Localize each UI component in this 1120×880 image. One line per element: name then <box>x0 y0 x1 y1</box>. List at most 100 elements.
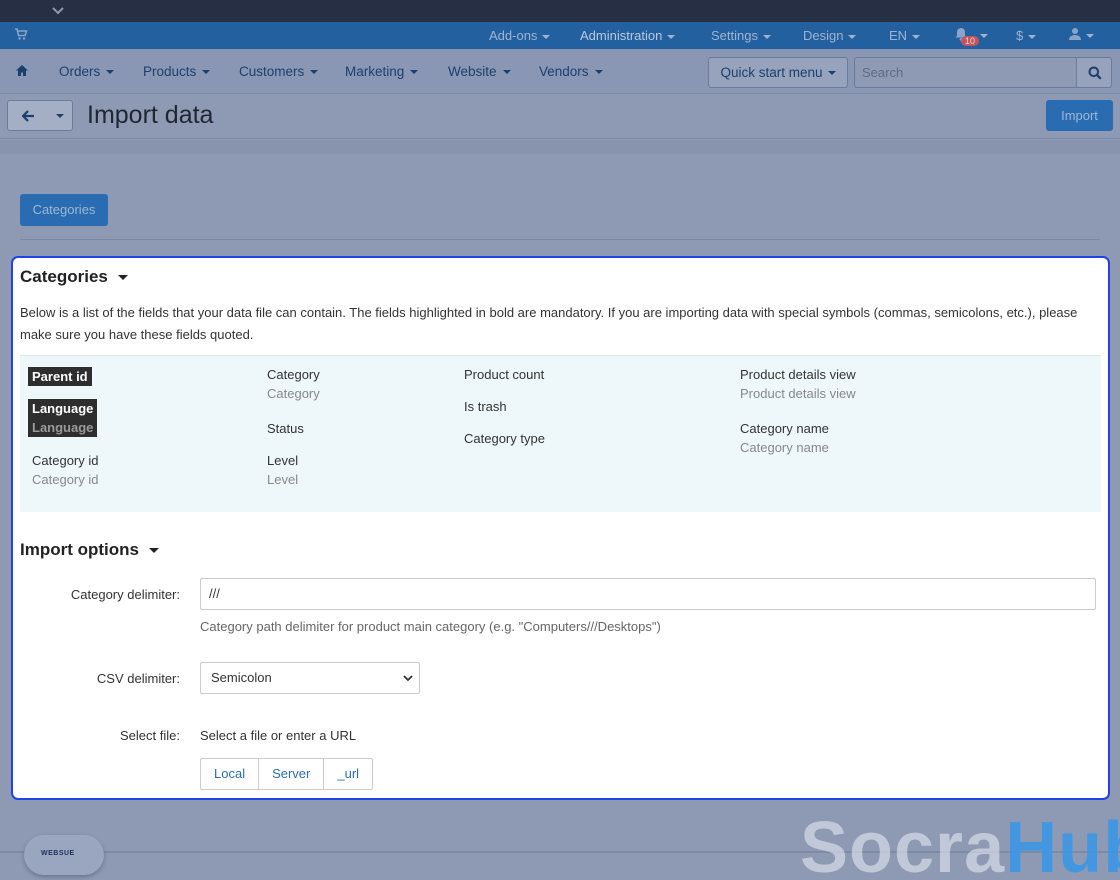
page-title: Import data <box>87 101 214 129</box>
field-example: Language <box>28 418 98 437</box>
admin-menu-label: EN <box>889 28 908 43</box>
field-example: Product details view <box>740 386 856 401</box>
caret-down-icon <box>1086 34 1094 38</box>
search-input[interactable]: Search <box>854 57 1076 88</box>
file-source-buttons: Local Server _url <box>200 758 374 790</box>
csv-delimiter-value: Semicolon <box>211 670 272 685</box>
page-header: Import data Import <box>0 95 1120 139</box>
import-panel: Categories Below is a list of the fields… <box>11 256 1110 800</box>
nav-label: Customers <box>239 64 305 79</box>
back-dropdown-button[interactable] <box>47 100 73 131</box>
file-server-button[interactable]: Server <box>258 758 325 790</box>
watermark: SocraHub <box>800 808 1120 880</box>
nav-customers[interactable]: Customers <box>239 49 319 94</box>
field-parent-id: Parent id <box>28 367 92 386</box>
nav-marketing[interactable]: Marketing <box>345 49 419 94</box>
file-local-button[interactable]: Local <box>200 758 260 790</box>
field-is-trash: Is trash <box>464 399 507 414</box>
field-product-details-view: Product details view Product details view <box>740 367 856 401</box>
field-name: Is trash <box>464 399 507 414</box>
main-nav: Orders Products Customers Marketing Webs… <box>0 49 1120 94</box>
nav-label: Orders <box>59 64 101 79</box>
quick-start-menu-button[interactable]: Quick start menu <box>708 57 848 88</box>
category-delimiter-label: Category delimiter: <box>70 587 180 602</box>
field-category-id: Category id Category id <box>32 453 98 487</box>
nav-label: Vendors <box>539 64 589 79</box>
field-name: Category <box>267 367 320 382</box>
field-example: Category name <box>740 440 829 455</box>
field-level: Level Level <box>267 453 298 487</box>
field-example: Category <box>267 386 320 401</box>
tab-divider <box>20 239 1100 240</box>
caret-down-icon <box>667 34 676 39</box>
caret-down-icon <box>106 70 115 75</box>
field-name: Parent id <box>28 367 92 386</box>
caret-down-icon <box>980 34 988 38</box>
admin-menu-administration[interactable]: Administration <box>580 22 676 49</box>
admin-menu-settings[interactable]: Settings <box>711 22 771 49</box>
admin-menu-label: Design <box>803 28 844 43</box>
caret-down-icon <box>594 70 603 75</box>
brand-logo: WEBSUE <box>41 850 75 857</box>
select-file-text: Select a file or enter a URL <box>200 728 357 743</box>
import-button[interactable]: Import <box>1046 100 1113 131</box>
fields-description: Below is a list of the fields that your … <box>20 305 1078 342</box>
admin-menu-design[interactable]: Design <box>803 22 857 49</box>
home-icon[interactable] <box>15 64 29 77</box>
field-name: Level <box>267 453 299 468</box>
search-button[interactable] <box>1076 57 1112 88</box>
field-category: Category Category <box>267 367 320 401</box>
arrow-left-icon <box>22 110 34 122</box>
import-options-toggle[interactable]: Import options <box>20 540 159 560</box>
tab-categories[interactable]: Categories <box>20 194 108 226</box>
caret-down-icon <box>502 70 511 75</box>
field-product-count: Product count <box>464 367 544 382</box>
header-separator <box>0 140 1120 154</box>
watermark-part-1: Socra <box>800 808 1006 880</box>
field-name: Category id <box>32 453 99 468</box>
admin-menu-addons[interactable]: Add-ons <box>489 22 551 49</box>
user-icon[interactable] <box>1068 27 1082 41</box>
admin-menu-label: Administration <box>580 28 663 43</box>
caret-down-icon <box>310 70 319 75</box>
nav-orders[interactable]: Orders <box>59 49 115 94</box>
caret-down-icon <box>117 275 128 281</box>
nav-website[interactable]: Website <box>448 49 511 94</box>
field-language: Language Language <box>28 399 98 437</box>
field-name: Category type <box>464 431 545 446</box>
field-example: Category id <box>32 472 99 487</box>
back-button[interactable] <box>7 100 48 131</box>
caret-down-icon <box>542 34 551 39</box>
admin-menu-label: Settings <box>711 28 758 43</box>
category-delimiter-input[interactable]: /// <box>200 578 1096 610</box>
cart-icon[interactable] <box>14 27 28 41</box>
currency-selector[interactable]: $ <box>1016 22 1037 49</box>
file-url-button[interactable]: _url <box>323 758 374 790</box>
csv-delimiter-select[interactable]: Semicolon <box>200 662 420 694</box>
nav-vendors[interactable]: Vendors <box>539 49 603 94</box>
admin-menu-label: $ <box>1016 28 1024 43</box>
caret-down-icon <box>827 71 836 76</box>
field-name: Product count <box>464 367 545 382</box>
search-icon <box>1088 66 1102 80</box>
nav-label: Website <box>448 64 497 79</box>
field-category-type: Category type <box>464 431 545 446</box>
brand-badge[interactable]: WEBSUE <box>24 835 104 875</box>
categories-section-toggle[interactable]: Categories <box>20 267 128 287</box>
field-name: Product details view <box>740 367 856 382</box>
caret-down-icon <box>762 34 771 39</box>
field-name: Status <box>267 421 304 436</box>
language-selector[interactable]: EN <box>889 22 921 49</box>
caret-down-icon <box>1028 34 1037 39</box>
nav-products[interactable]: Products <box>143 49 211 94</box>
section-title: Import options <box>20 540 139 559</box>
field-status: Status <box>267 421 304 436</box>
section-title: Categories <box>20 267 108 286</box>
watermark-part-2: Hub <box>1005 808 1120 880</box>
caret-down-icon <box>410 70 419 75</box>
nav-label: Products <box>143 64 197 79</box>
chevron-down-icon[interactable] <box>50 3 66 19</box>
field-name: Category name <box>740 421 829 436</box>
caret-down-icon <box>56 114 64 118</box>
category-delimiter-hint: Category path delimiter for product main… <box>200 619 661 634</box>
